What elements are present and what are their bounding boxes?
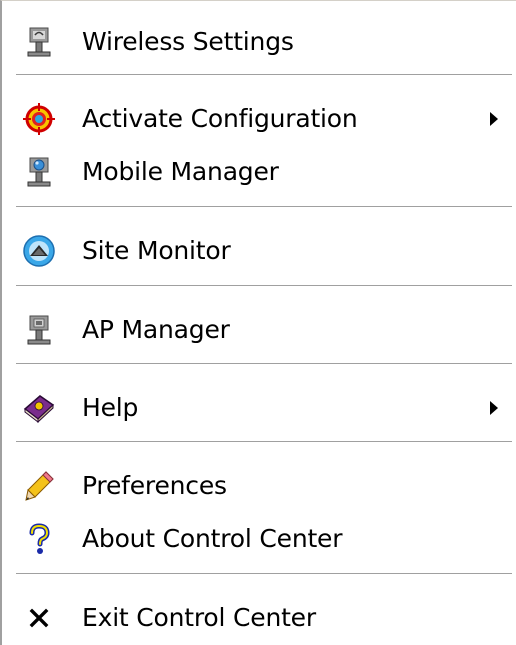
menu-item-site-monitor[interactable]: Site Monitor	[4, 230, 512, 272]
submenu-arrow-icon	[490, 112, 498, 126]
menu-item-preferences[interactable]: Preferences	[4, 465, 512, 507]
menu-separator	[16, 573, 512, 575]
submenu-arrow-icon	[490, 401, 498, 415]
question-mark-icon	[22, 522, 56, 556]
target-icon	[22, 102, 56, 136]
menu-item-label: Mobile Manager	[82, 157, 279, 186]
menu-separator	[16, 441, 512, 443]
menu-item-label: AP Manager	[82, 315, 230, 344]
context-menu: Wireless Settings Activate Configuration	[0, 0, 516, 645]
menu-item-ap-manager[interactable]: AP Manager	[4, 309, 512, 351]
menu-item-label: About Control Center	[82, 524, 343, 553]
menu-separator	[16, 74, 512, 76]
menu-item-label: Activate Configuration	[82, 104, 358, 133]
wireless-settings-icon	[22, 25, 56, 59]
menu-item-label: Site Monitor	[82, 236, 231, 265]
help-book-icon	[22, 391, 56, 425]
menu-separator	[16, 363, 512, 365]
menu-item-exit-control-center[interactable]: Exit Control Center	[4, 597, 512, 639]
close-x-icon	[22, 601, 56, 635]
menu-item-mobile-manager[interactable]: Mobile Manager	[4, 151, 512, 193]
pencil-icon	[22, 469, 56, 503]
menu-item-label: Preferences	[82, 471, 227, 500]
menu-separator	[16, 206, 512, 208]
menu-item-about-control-center[interactable]: About Control Center	[4, 518, 512, 560]
menu-item-label: Exit Control Center	[82, 603, 316, 632]
mobile-manager-icon	[22, 155, 56, 189]
menu-item-label: Wireless Settings	[82, 27, 294, 56]
site-monitor-icon	[22, 234, 56, 268]
menu-separator	[16, 285, 512, 287]
menu-item-help[interactable]: Help	[4, 387, 512, 429]
menu-item-activate-configuration[interactable]: Activate Configuration	[4, 98, 512, 140]
ap-manager-icon	[22, 313, 56, 347]
menu-item-wireless-settings[interactable]: Wireless Settings	[4, 21, 512, 63]
menu-item-label: Help	[82, 393, 139, 422]
